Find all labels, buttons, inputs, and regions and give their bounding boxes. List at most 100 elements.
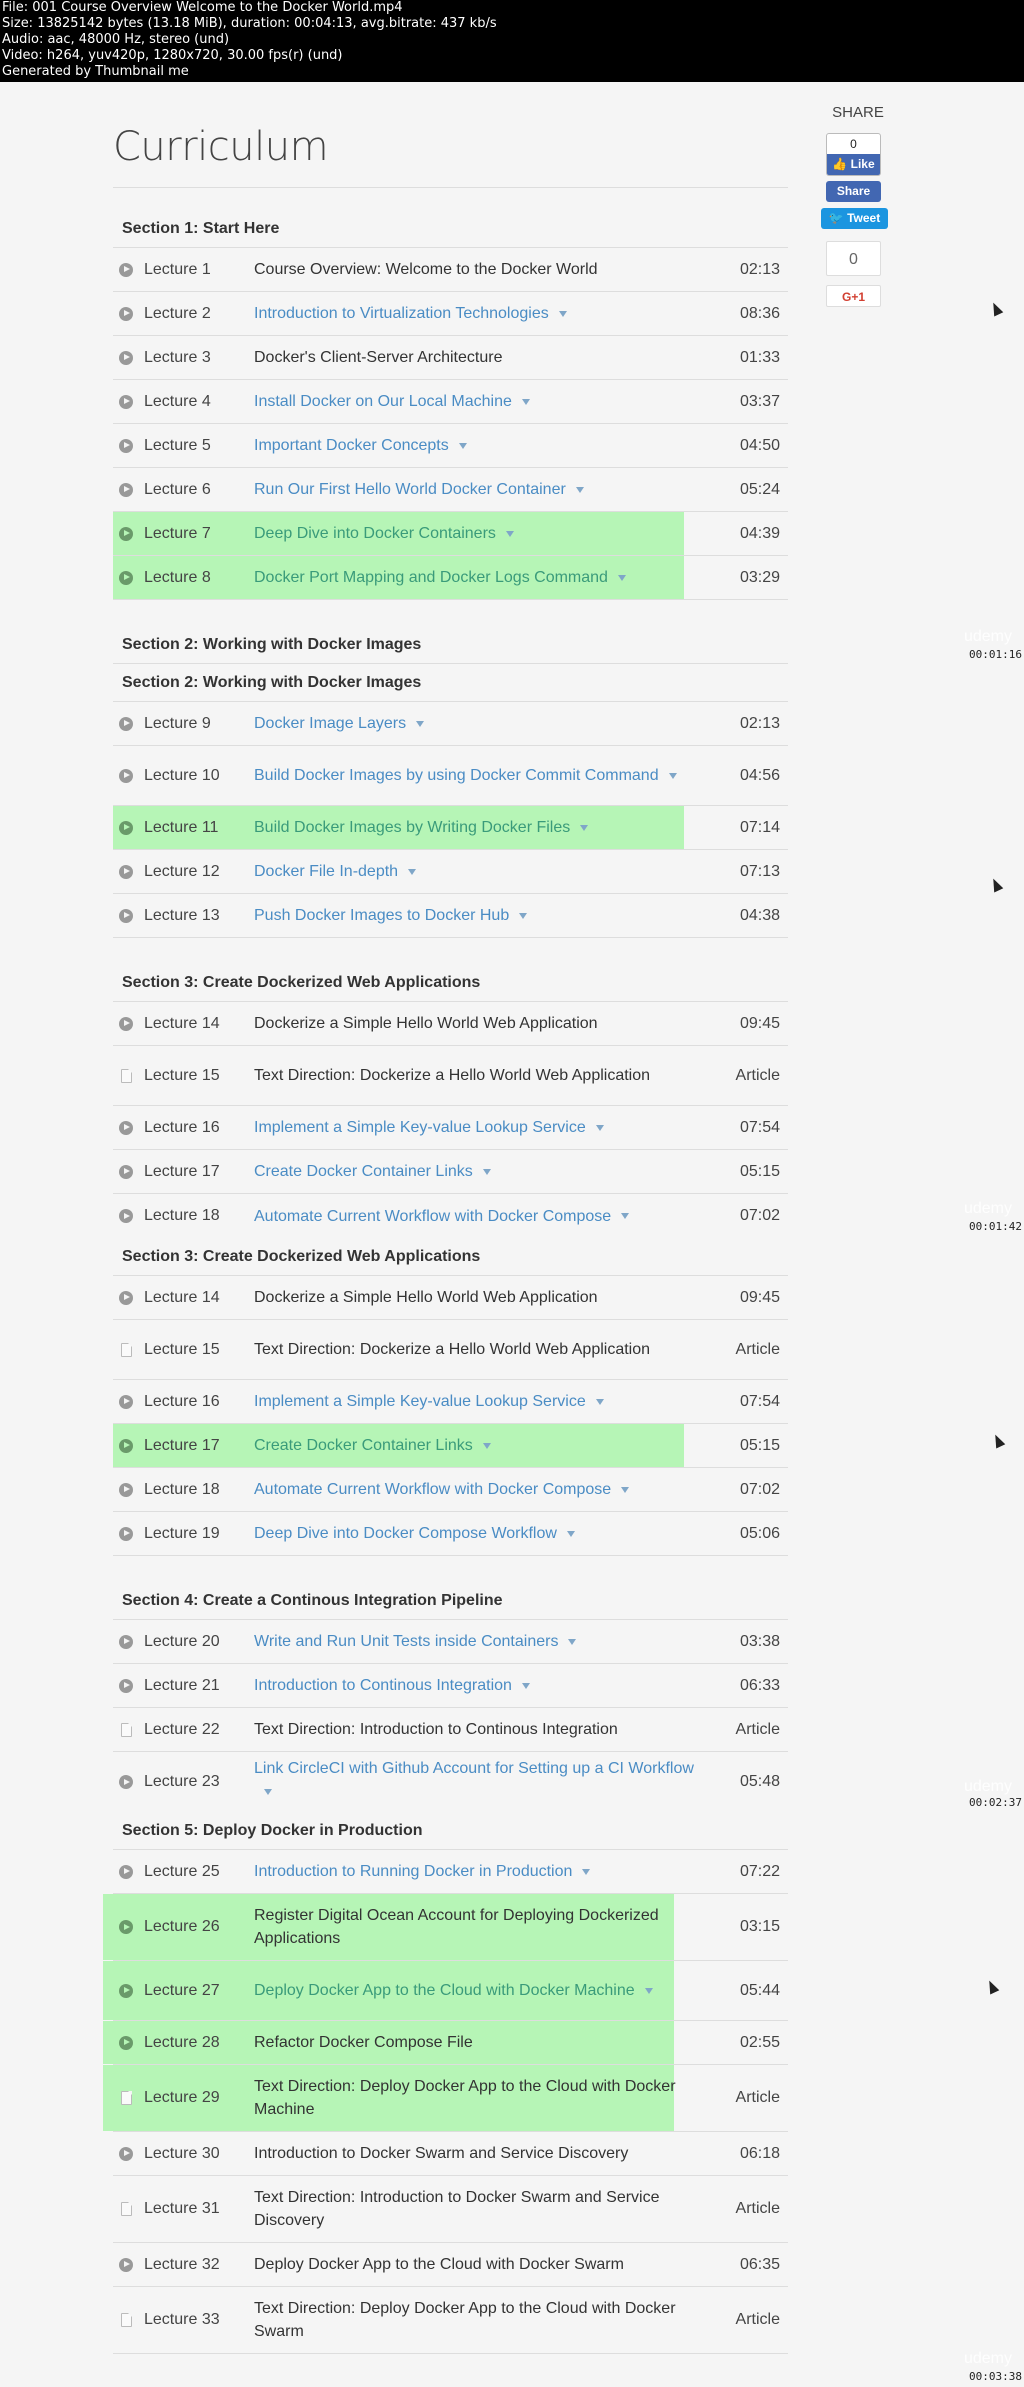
lecture-title-text: Docker's Client-Server Architecture [254,349,503,366]
caret-down-icon[interactable] [482,1442,491,1449]
lecture-title-link[interactable]: Introduction to Virtualization Technolog… [254,292,718,335]
lecture-title-link[interactable]: Important Docker Concepts [254,424,718,467]
lecture-number: Lecture 22 [144,1720,220,1738]
lecture-row[interactable]: Lecture 8 Docker Port Mapping and Docker … [113,556,788,600]
lecture-row[interactable]: Lecture 16 Implement a Simple Key-value L… [113,1380,788,1424]
lecture-title-link[interactable]: Automate Current Workflow with Docker Co… [254,1195,718,1238]
lecture-row[interactable]: Lecture 10 Build Docker Images by using D… [113,746,788,806]
caret-down-icon[interactable] [617,574,626,581]
lecture-title-link[interactable]: Deep Dive into Docker Containers [254,512,718,555]
caret-down-icon[interactable] [575,486,584,493]
lecture-row[interactable]: Lecture 3 Docker's Client-Server Architec… [113,336,788,380]
udemy-watermark: udemy [963,2350,1012,2367]
lecture-row[interactable]: Lecture 29 Text Direction: Deploy Docker … [103,2065,788,2132]
lecture-row[interactable]: Lecture 11 Build Docker Images by Writing… [113,806,788,850]
lecture-title-link[interactable]: Implement a Simple Key-value Lookup Serv… [254,1106,718,1149]
lecture-row[interactable]: Lecture 16 Implement a Simple Key-value L… [113,1106,788,1150]
lecture-row[interactable]: Lecture 26 Register Digital Ocean Account… [103,1894,788,1961]
caret-down-icon[interactable] [264,1788,272,1795]
lecture-row[interactable]: Lecture 12 Docker File In-depth 07:13 [113,850,788,894]
facebook-share-button[interactable]: Share [826,181,881,202]
lecture-row[interactable]: Lecture 6 Run Our First Hello World Docke… [113,468,788,512]
lecture-row[interactable]: Lecture 21 Introduction to Continous Inte… [113,1664,788,1708]
caret-down-icon[interactable] [621,1213,630,1220]
gplus-button[interactable]: G+1 [826,285,881,307]
caret-down-icon[interactable] [668,772,677,779]
lecture-row[interactable]: Lecture 2 Introduction to Virtualization … [113,292,788,336]
lecture-title-link[interactable]: Introduction to Running Docker in Produc… [254,1850,718,1893]
lecture-duration: 09:45 [739,1014,780,1032]
lecture-row[interactable]: Lecture 27 Deploy Docker App to the Cloud… [103,1961,788,2021]
lecture-title-link[interactable]: Push Docker Images to Docker Hub [254,894,718,937]
section-header: Section 1: Start Here [113,210,788,248]
lecture-row[interactable]: Lecture 7 Deep Dive into Docker Container… [113,512,788,556]
lecture-title-link[interactable]: Build Docker Images by Writing Docker Fi… [254,806,718,849]
lecture-row[interactable]: Lecture 15 Text Direction: Dockerize a He… [113,1046,788,1106]
caret-down-icon[interactable] [482,1168,491,1175]
lecture-number: Lecture 6 [144,480,211,498]
lecture-number: Lecture 3 [144,348,211,366]
lecture-number: Lecture 2 [144,304,211,322]
lecture-row[interactable]: Lecture 25 Introduction to Running Docker… [113,1850,788,1894]
lecture-row[interactable]: Lecture 22 Text Direction: Introduction t… [113,1708,788,1752]
lecture-title-link[interactable]: Write and Run Unit Tests inside Containe… [254,1620,718,1663]
caret-down-icon[interactable] [644,1987,653,1994]
video-timestamp: 00:02:37 [969,1796,1022,1809]
lecture-title-link[interactable]: Docker Image Layers [254,702,718,745]
lecture-title-link[interactable]: Docker Port Mapping and Docker Logs Comm… [254,556,718,599]
lecture-title-link[interactable]: Deploy Docker App to the Cloud with Dock… [254,1969,718,2012]
lecture-title-link[interactable]: Link CircleCI with Github Account for Se… [254,1752,718,1812]
lecture-row[interactable]: Lecture 17 Create Docker Container Links 0… [113,1150,788,1194]
caret-down-icon[interactable] [558,310,567,317]
lecture-row[interactable]: Lecture 5 Important Docker Concepts 04:50 [113,424,788,468]
tweet-button[interactable]: 🐦 Tweet [821,208,888,229]
caret-down-icon[interactable] [580,824,589,831]
lecture-row[interactable]: Lecture 14 Dockerize a Simple Hello World… [113,1002,788,1046]
lecture-title-link[interactable]: Create Docker Container Links [254,1150,718,1193]
lecture-title-text: Important Docker Concepts [254,437,449,454]
lecture-title-link[interactable]: Docker File In-depth [254,850,718,893]
caret-down-icon[interactable] [566,1530,575,1537]
lecture-title-link[interactable]: Install Docker on Our Local Machine [254,380,718,423]
lecture-row[interactable]: Lecture 18 Automate Current Workflow with… [113,1468,788,1512]
lecture-row[interactable]: Lecture 19 Deep Dive into Docker Compose … [113,1512,788,1556]
caret-down-icon[interactable] [621,1486,630,1493]
video-metadata-header: File: 001 Course Overview Welcome to the… [0,0,1024,82]
lecture-title-link[interactable]: Build Docker Images by using Docker Comm… [254,754,718,797]
play-icon [119,1920,133,1934]
caret-down-icon[interactable] [505,530,514,537]
lecture-row[interactable]: Lecture 18 Automate Current Workflow with… [113,1194,788,1238]
lecture-row[interactable]: Lecture 23 Link CircleCI with Github Acco… [113,1752,788,1812]
lecture-row[interactable]: Lecture 9 Docker Image Layers 02:13 [113,702,788,746]
caret-down-icon[interactable] [568,1638,577,1645]
caret-down-icon[interactable] [416,720,425,727]
caret-down-icon[interactable] [521,398,530,405]
lecture-row[interactable]: Lecture 17 Create Docker Container Links 0… [113,1424,788,1468]
caret-down-icon[interactable] [408,868,417,875]
facebook-like-button[interactable]: 0 👍 Like [826,133,881,176]
lecture-row[interactable]: Lecture 13 Push Docker Images to Docker H… [113,894,788,938]
lecture-row[interactable]: Lecture 30 Introduction to Docker Swarm a… [113,2132,788,2176]
lecture-row[interactable]: Lecture 28 Refactor Docker Compose File 02… [103,2021,788,2065]
lecture-row[interactable]: Lecture 4 Install Docker on Our Local Mac… [113,380,788,424]
lecture-number: Lecture 23 [144,1773,220,1790]
lecture-row[interactable]: Lecture 15 Text Direction: Dockerize a He… [113,1320,788,1380]
lecture-title-link[interactable]: Run Our First Hello World Docker Contain… [254,468,718,511]
lecture-row[interactable]: Lecture 33 Text Direction: Deploy Docker … [113,2287,788,2354]
lecture-title-link[interactable]: Implement a Simple Key-value Lookup Serv… [254,1380,718,1423]
caret-down-icon[interactable] [458,442,467,449]
lecture-row[interactable]: Lecture 1 Course Overview: Welcome to the… [113,248,788,292]
caret-down-icon[interactable] [521,1682,530,1689]
caret-down-icon[interactable] [595,1124,604,1131]
lecture-row[interactable]: Lecture 20 Write and Run Unit Tests insid… [113,1620,788,1664]
lecture-row[interactable]: Lecture 32 Deploy Docker App to the Cloud… [113,2243,788,2287]
caret-down-icon[interactable] [582,1868,591,1875]
lecture-title-link[interactable]: Automate Current Workflow with Docker Co… [254,1468,718,1511]
lecture-title-link[interactable]: Introduction to Continous Integration [254,1664,718,1707]
caret-down-icon[interactable] [595,1398,604,1405]
lecture-row[interactable]: Lecture 31 Text Direction: Introduction t… [113,2176,788,2243]
lecture-title-link[interactable]: Create Docker Container Links [254,1424,718,1467]
caret-down-icon[interactable] [519,912,528,919]
lecture-title-link[interactable]: Deep Dive into Docker Compose Workflow [254,1512,718,1555]
lecture-row[interactable]: Lecture 14 Dockerize a Simple Hello World… [113,1276,788,1320]
